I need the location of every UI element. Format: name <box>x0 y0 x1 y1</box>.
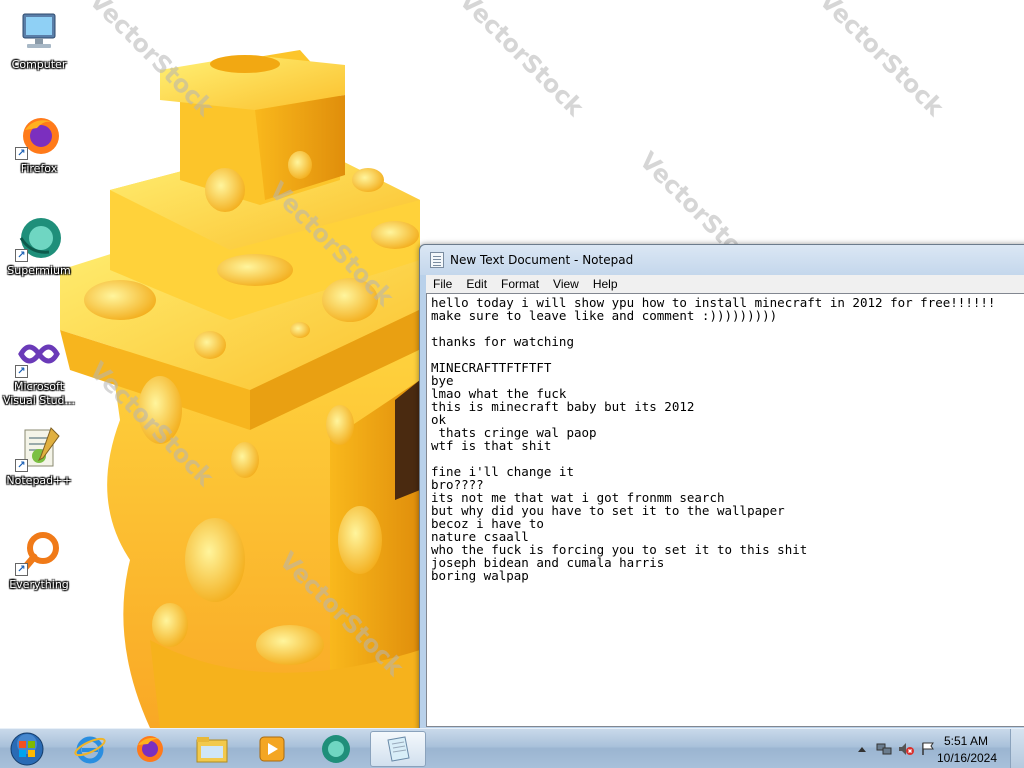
desktop-icon-visual-studio[interactable]: ↗ Microsoft Visual Stud... <box>2 330 76 408</box>
desktop-icon-notepadpp[interactable]: ↗ Notepad++ <box>2 424 76 488</box>
supermium-icon: ↗ <box>15 214 63 262</box>
firefox-icon: ↗ <box>15 112 63 160</box>
desktop-icon-label: Notepad++ <box>6 474 72 487</box>
computer-icon <box>15 8 63 56</box>
show-desktop-button[interactable] <box>1010 729 1024 768</box>
window-title: New Text Document - Notepad <box>450 253 634 267</box>
desktop-icon-firefox[interactable]: ↗ Firefox <box>2 112 76 176</box>
desktop-icon-label: Firefox <box>20 162 58 175</box>
desktop-icon-supermium[interactable]: ↗ Supermium <box>2 214 76 278</box>
clock-date[interactable]: 10/16/2024 <box>932 751 1002 765</box>
desktop-icon-label: Computer <box>11 58 67 71</box>
taskbar-supermium[interactable] <box>308 731 364 767</box>
visual-studio-icon: ↗ <box>15 330 63 378</box>
shortcut-arrow-icon: ↗ <box>15 459 28 472</box>
menu-file[interactable]: File <box>426 277 459 291</box>
clock-time[interactable]: 5:51 AM <box>936 734 996 748</box>
shortcut-arrow-icon: ↗ <box>15 249 28 262</box>
taskbar: 5:51 AM 10/16/2024 <box>0 728 1024 768</box>
taskbar-notepad[interactable] <box>370 731 426 767</box>
taskbar-media-player[interactable] <box>244 731 300 767</box>
taskbar-file-explorer[interactable] <box>184 731 240 767</box>
desktop-icon-label: Supermium <box>7 264 71 277</box>
menu-format[interactable]: Format <box>494 277 546 291</box>
network-icon[interactable] <box>876 742 892 756</box>
taskbar-firefox[interactable] <box>122 731 178 767</box>
desktop-icon-everything[interactable]: ↗ Everything <box>2 528 76 592</box>
notepad-icon <box>387 736 410 762</box>
desktop-icon-computer[interactable]: Computer <box>2 8 76 72</box>
shortcut-arrow-icon: ↗ <box>15 365 28 378</box>
menu-view[interactable]: View <box>546 277 586 291</box>
desktop-icon-label: Microsoft Visual Stud... <box>2 380 76 407</box>
menu-help[interactable]: Help <box>586 277 625 291</box>
start-orb-icon <box>10 732 44 766</box>
taskbar-internet-explorer[interactable] <box>62 731 118 767</box>
notepad-icon <box>430 252 444 268</box>
notepad-window[interactable]: New Text Document - Notepad File Edit Fo… <box>419 244 1024 734</box>
shortcut-arrow-icon: ↗ <box>15 563 28 576</box>
text-editor-area[interactable]: hello today i will show ypu how to insta… <box>426 293 1024 727</box>
supermium-icon <box>322 735 350 763</box>
system-tray: 5:51 AM 10/16/2024 <box>834 729 1024 768</box>
volume-muted-icon[interactable] <box>898 742 914 756</box>
menu-bar: File Edit Format View Help <box>426 275 1024 293</box>
file-explorer-icon <box>196 737 228 763</box>
notepadpp-icon: ↗ <box>15 424 63 472</box>
firefox-icon <box>137 736 163 762</box>
show-hidden-icons-icon[interactable] <box>854 742 870 756</box>
menu-edit[interactable]: Edit <box>459 277 494 291</box>
shortcut-arrow-icon: ↗ <box>15 147 28 160</box>
media-player-icon <box>259 736 285 762</box>
desktop-icon-label: Everything <box>9 578 69 591</box>
window-titlebar[interactable]: New Text Document - Notepad <box>420 245 1024 275</box>
everything-icon: ↗ <box>15 528 63 576</box>
internet-explorer-icon <box>74 736 106 764</box>
start-button[interactable] <box>4 731 50 767</box>
